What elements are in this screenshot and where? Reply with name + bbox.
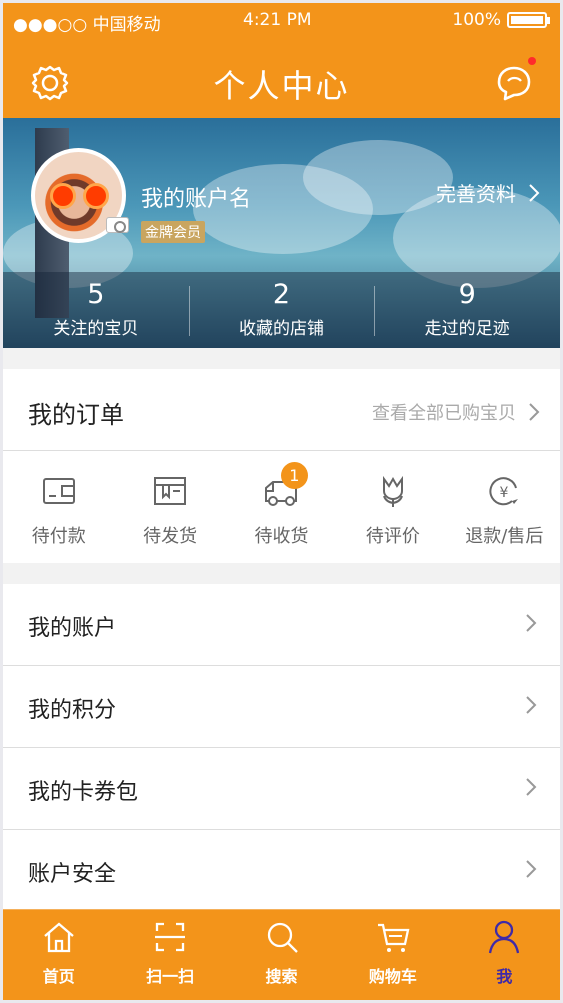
order-status-label: 待发货 bbox=[143, 526, 198, 547]
profile-stats: 5 关注的宝贝 2 收藏的店铺 9 走过的足迹 bbox=[3, 272, 560, 348]
chevron-right-icon bbox=[526, 614, 537, 632]
order-status-label: 待付款 bbox=[31, 526, 86, 547]
svg-text:¥: ¥ bbox=[500, 485, 509, 501]
tab-label: 搜索 bbox=[265, 967, 298, 986]
edit-profile-label: 完善资料 bbox=[436, 182, 516, 206]
page-title: 个人中心 bbox=[213, 67, 350, 105]
account-menu: 我的账户 我的积分 我的卡券包 账户安全 bbox=[3, 584, 560, 912]
stat-value: 9 bbox=[458, 279, 476, 310]
order-status-label: 待评价 bbox=[365, 526, 420, 547]
order-count-badge: 1 bbox=[280, 462, 308, 489]
profile-icon bbox=[489, 920, 520, 954]
tab-label: 扫一扫 bbox=[146, 967, 195, 986]
orders-title: 我的订单 bbox=[28, 401, 124, 429]
stat-label: 关注的宝贝 bbox=[53, 319, 139, 339]
refund-icon: ¥ bbox=[489, 477, 519, 506]
message-button[interactable] bbox=[491, 57, 536, 105]
menu-label: 我的账户 bbox=[28, 616, 117, 641]
order-refund[interactable]: ¥ 退款/售后 bbox=[449, 451, 560, 562]
menu-label: 我的卡券包 bbox=[28, 780, 139, 805]
order-status-label: 待收货 bbox=[254, 526, 309, 547]
order-pending-payment[interactable]: 待付款 bbox=[3, 451, 114, 562]
view-all-orders[interactable]: 查看全部已购宝贝 bbox=[372, 399, 540, 425]
stat-followed-items[interactable]: 5 关注的宝贝 bbox=[3, 272, 189, 348]
tulip-icon bbox=[382, 475, 403, 507]
stat-label: 走过的足迹 bbox=[424, 319, 510, 339]
order-status-row: 待付款 待发货 1 待收货 待评价 ¥ 退款/售后 bbox=[3, 451, 560, 562]
stat-value: 2 bbox=[272, 279, 291, 310]
home-icon bbox=[43, 922, 74, 953]
tab-profile[interactable]: 我 bbox=[449, 910, 560, 1000]
wallet-icon bbox=[42, 478, 75, 504]
package-icon bbox=[154, 477, 187, 505]
menu-label: 我的积分 bbox=[28, 698, 117, 723]
scan-icon bbox=[155, 922, 186, 952]
edit-profile-link[interactable]: 完善资料 bbox=[436, 178, 540, 207]
battery-percent: 100% bbox=[452, 10, 501, 30]
tab-scan[interactable]: 扫一扫 bbox=[114, 910, 225, 1000]
carrier: ●●●○○ 中国移动 bbox=[13, 15, 161, 35]
camera-icon[interactable] bbox=[106, 217, 129, 233]
menu-my-account[interactable]: 我的账户 bbox=[3, 584, 560, 666]
phone-screen: ●●●○○ 中国移动 4:21 PM 100% 个人中心 我的账户名 金牌会员 … bbox=[3, 3, 560, 1000]
stat-value: 5 bbox=[87, 279, 105, 310]
order-pending-review[interactable]: 待评价 bbox=[337, 451, 448, 562]
message-icon bbox=[497, 66, 531, 101]
order-status-label: 退款/售后 bbox=[465, 526, 544, 547]
profile-banner: 我的账户名 金牌会员 完善资料 5 关注的宝贝 2 收藏的店铺 9 走过的足迹 bbox=[3, 118, 560, 348]
bottom-tab-bar: 首页 扫一扫 搜索 购物车 我 bbox=[3, 909, 560, 1000]
chevron-right-icon bbox=[526, 778, 537, 796]
orders-section: 我的订单 查看全部已购宝贝 待付款 待发货 1 待收货 待评价 ¥ 退款/售后 bbox=[3, 369, 560, 563]
tab-label: 首页 bbox=[42, 967, 75, 986]
orders-header[interactable]: 我的订单 查看全部已购宝贝 bbox=[3, 369, 560, 451]
cart-icon bbox=[377, 923, 410, 952]
status-time: 4:21 PM bbox=[243, 10, 312, 30]
menu-my-points[interactable]: 我的积分 bbox=[3, 666, 560, 748]
order-pending-shipment[interactable]: 待发货 bbox=[114, 451, 225, 562]
chevron-right-icon bbox=[526, 696, 537, 714]
username: 我的账户名 bbox=[141, 187, 252, 212]
status-bar: ●●●○○ 中国移动 4:21 PM 100% bbox=[3, 3, 560, 39]
tab-label: 我 bbox=[496, 967, 513, 986]
battery-icon bbox=[507, 12, 547, 28]
member-badge: 金牌会员 bbox=[141, 221, 205, 243]
stat-saved-stores[interactable]: 2 收藏的店铺 bbox=[188, 272, 375, 348]
notification-dot bbox=[528, 57, 536, 65]
chevron-right-icon bbox=[526, 860, 537, 878]
stat-footprints[interactable]: 9 走过的足迹 bbox=[374, 272, 560, 348]
tab-label: 购物车 bbox=[368, 967, 417, 986]
search-icon bbox=[267, 922, 298, 953]
view-all-label: 查看全部已购宝贝 bbox=[372, 403, 516, 424]
chevron-right-icon bbox=[529, 403, 540, 421]
order-pending-receipt[interactable]: 1 待收货 bbox=[226, 451, 337, 562]
tab-search[interactable]: 搜索 bbox=[226, 910, 337, 1000]
stat-label: 收藏的店铺 bbox=[239, 319, 324, 339]
menu-my-coupons[interactable]: 我的卡券包 bbox=[3, 748, 560, 830]
menu-label: 账户安全 bbox=[28, 862, 117, 887]
menu-account-security[interactable]: 账户安全 bbox=[3, 830, 560, 912]
tab-cart[interactable]: 购物车 bbox=[337, 910, 448, 1000]
header: ●●●○○ 中国移动 4:21 PM 100% 个人中心 bbox=[3, 3, 560, 118]
battery: 100% bbox=[452, 10, 550, 30]
tab-home[interactable]: 首页 bbox=[3, 910, 114, 1000]
chevron-right-icon bbox=[529, 183, 540, 202]
